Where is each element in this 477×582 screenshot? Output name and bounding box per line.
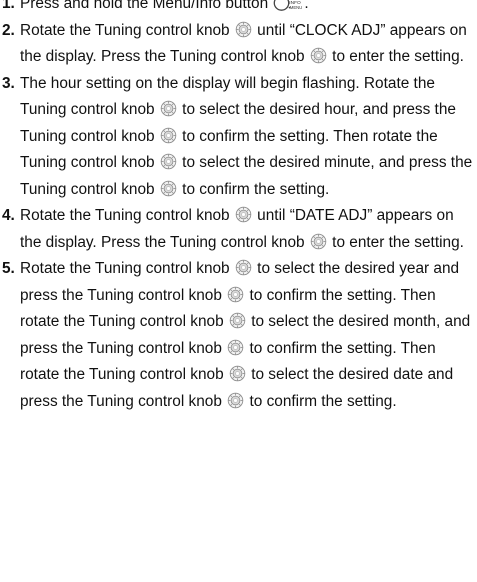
tuning-knob-icon <box>235 259 252 276</box>
tuning-knob-icon <box>235 206 252 223</box>
step-number: 3. <box>2 74 15 92</box>
step-3: 3. The hour setting on the display will … <box>0 71 477 204</box>
step-text: . <box>304 0 309 12</box>
tuning-knob-icon <box>229 312 246 329</box>
step-text: Rotate the Tuning control knob <box>20 21 234 39</box>
step-number: 2. <box>2 21 15 39</box>
tuning-knob-icon <box>227 339 244 356</box>
step-text: Rotate the Tuning control knob <box>20 260 234 277</box>
step-4: 4. Rotate the Tuning control knob until … <box>0 203 477 256</box>
step-5: 5. Rotate the Tuning control knob to sel… <box>0 256 477 415</box>
menu-icon-bottom-label: MENU <box>290 5 302 10</box>
menu-info-button-icon: INFO MENU <box>274 0 303 11</box>
step-text: to confirm the setting. <box>177 180 330 198</box>
step-text: to confirm the setting. <box>245 392 397 410</box>
tuning-knob-icon <box>160 100 177 117</box>
step-text: Rotate the Tuning control knob <box>20 207 234 224</box>
step-text: to enter the setting. <box>327 233 464 251</box>
tuning-knob-icon <box>310 47 327 64</box>
step-1: 1. Press and hold the Menu/Info button I… <box>0 0 477 18</box>
step-2: 2. Rotate the Tuning control knob until … <box>0 18 477 71</box>
tuning-knob-icon <box>160 153 177 170</box>
instruction-list: 1. Press and hold the Menu/Info button I… <box>0 0 477 415</box>
tuning-knob-icon <box>235 21 252 38</box>
tuning-knob-icon <box>227 392 244 409</box>
step-number: 1. <box>2 0 15 12</box>
step-text: to enter the setting. <box>327 48 464 65</box>
tuning-knob-icon <box>229 365 246 382</box>
tuning-knob-icon <box>160 127 177 144</box>
step-number: 5. <box>2 260 15 277</box>
tuning-knob-icon <box>160 180 177 197</box>
tuning-knob-icon <box>227 286 244 303</box>
step-number: 4. <box>2 207 15 224</box>
tuning-knob-icon <box>310 233 327 250</box>
step-text: Press and hold the Menu/Info button <box>20 0 273 12</box>
